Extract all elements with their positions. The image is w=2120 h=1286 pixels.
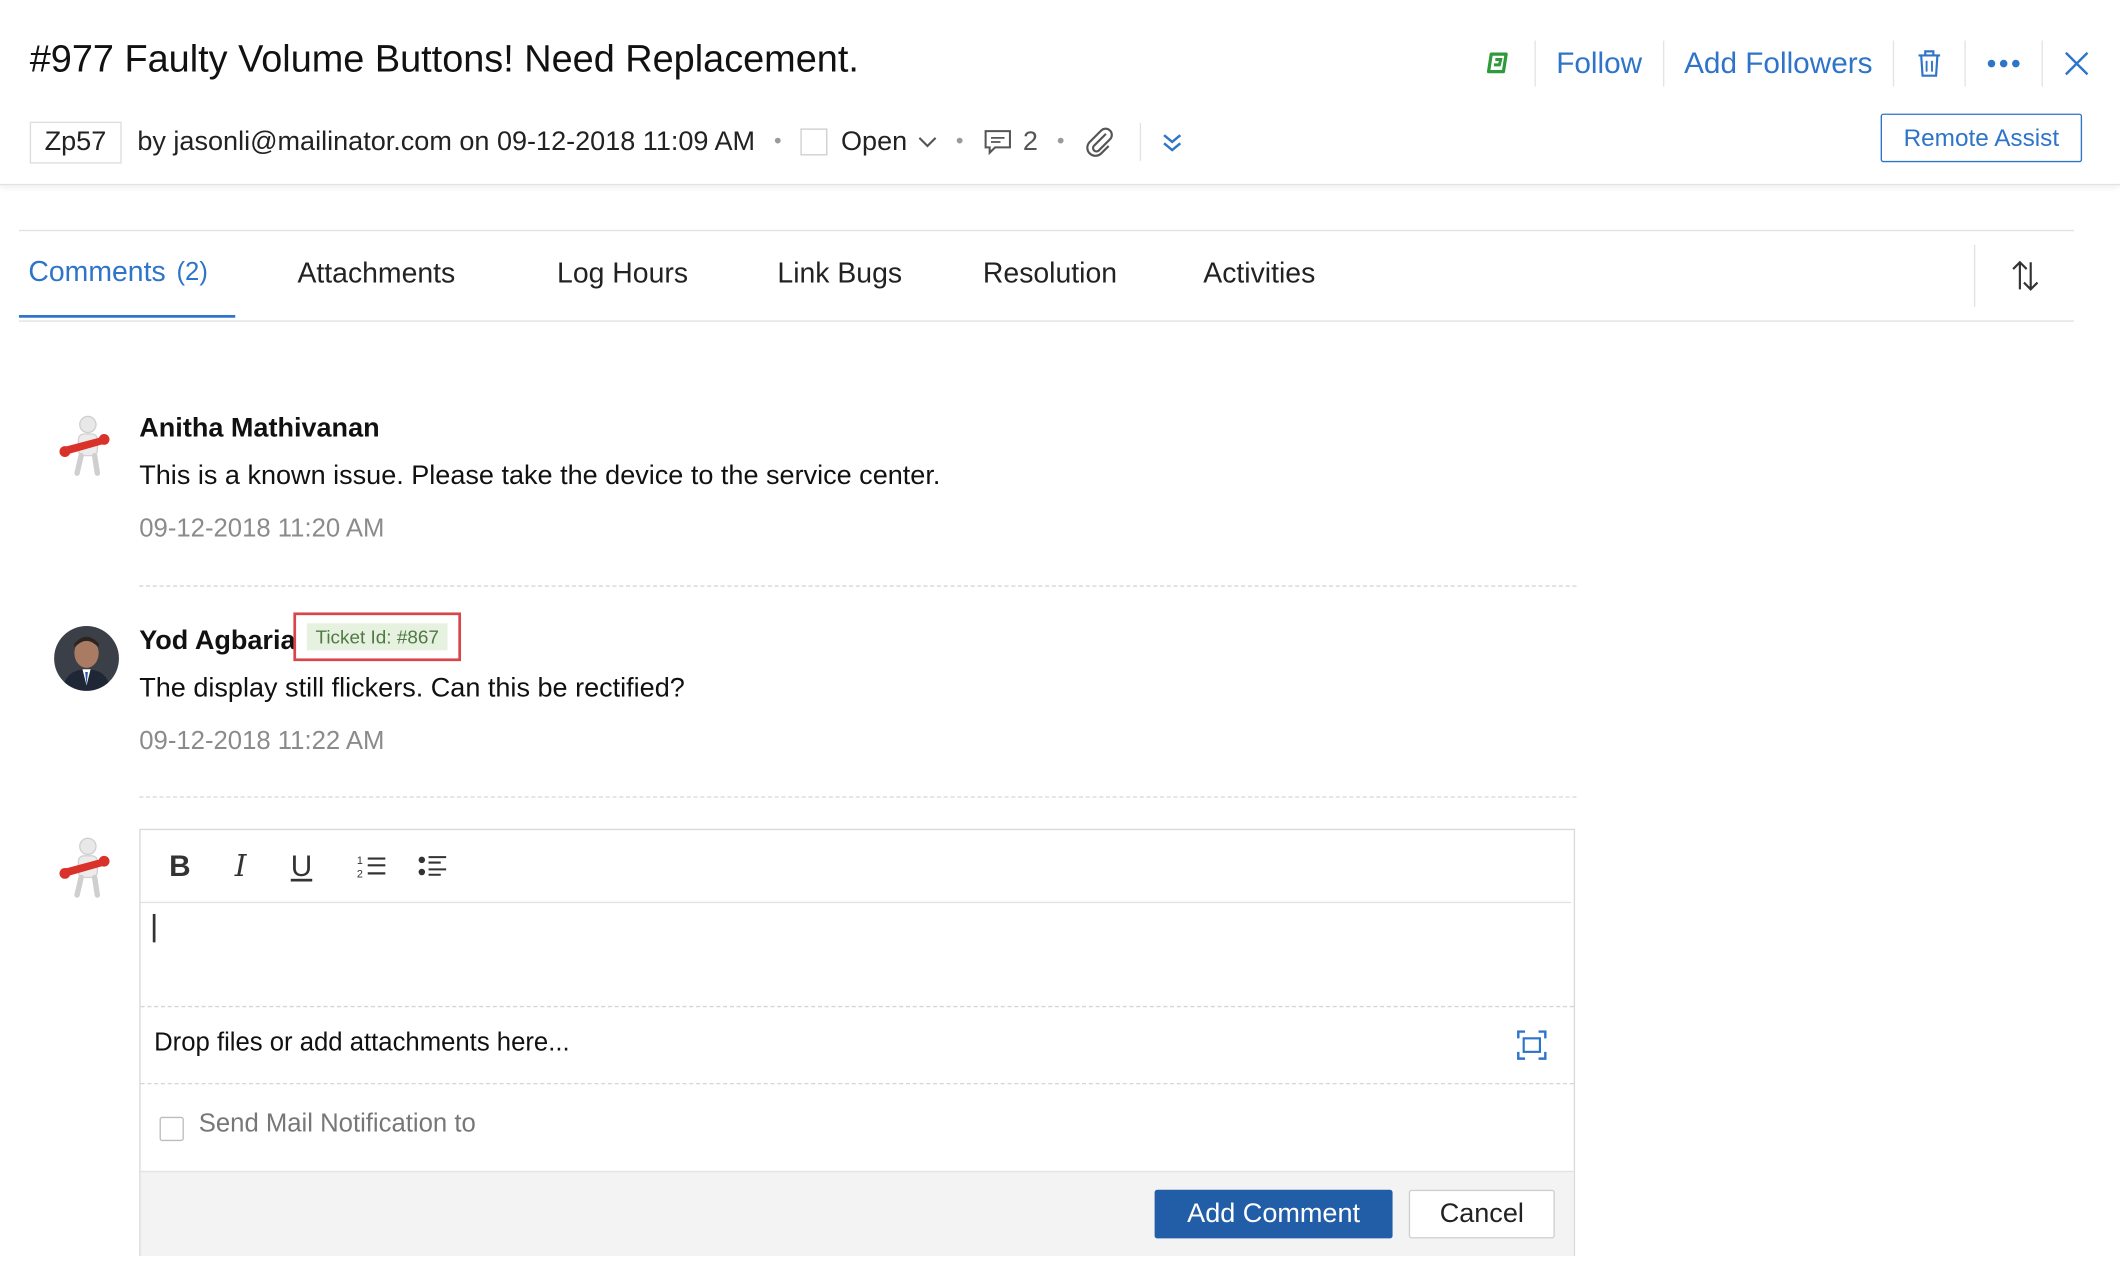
sort-icon bbox=[2010, 258, 2040, 293]
double-chevron-down-icon[interactable] bbox=[1160, 130, 1184, 154]
tab-label: Link Bugs bbox=[777, 258, 903, 290]
ticket-byline: by jasonli@mailinator.com on 09-12-2018 … bbox=[137, 126, 756, 157]
tab-resolution[interactable]: Resolution bbox=[983, 231, 1117, 318]
status-value[interactable]: Open bbox=[841, 126, 907, 157]
tab-attachments[interactable]: Attachments bbox=[297, 231, 455, 318]
tab-label: Resolution bbox=[982, 258, 1118, 290]
tab-count: (2) bbox=[176, 258, 208, 287]
separator-dot: • bbox=[955, 129, 964, 153]
tab-label: Activities bbox=[1203, 258, 1316, 290]
sort-button[interactable] bbox=[1973, 244, 2074, 307]
ticket-id-badge[interactable]: Ticket Id: #867 bbox=[307, 623, 448, 651]
agent-avatar-icon bbox=[54, 836, 119, 901]
divider bbox=[1892, 40, 1895, 87]
more-icon[interactable] bbox=[1986, 58, 2021, 69]
chevron-down-icon[interactable] bbox=[918, 135, 937, 149]
status-checkbox[interactable] bbox=[800, 128, 828, 156]
ticket-meta: Zp57 by jasonli@mailinator.com on 09-12-… bbox=[29, 119, 1185, 165]
ticket-title: #977 Faulty Volume Buttons! Need Replace… bbox=[29, 37, 859, 80]
tab-log-hours[interactable]: Log Hours bbox=[557, 231, 688, 318]
avatar bbox=[54, 625, 119, 691]
remote-assist-button[interactable]: Remote Assist bbox=[1880, 113, 2083, 163]
tab-label: Log Hours bbox=[557, 258, 689, 290]
mail-notification-row: Send Mail Notification to bbox=[141, 1083, 1574, 1170]
comment-text: The display still flickers. Can this be … bbox=[139, 673, 685, 704]
comment-editor: B I U 1 2 Drop files or add attachments … bbox=[139, 828, 1576, 1257]
ticket-header: #977 Faulty Volume Buttons! Need Replace… bbox=[0, 0, 2120, 186]
editor-footer: Add Comment Cancel bbox=[140, 1170, 1574, 1257]
editor-toolbar: B I U 1 2 bbox=[140, 830, 1572, 904]
separator-dot: • bbox=[1056, 129, 1065, 153]
add-comment-button[interactable]: Add Comment bbox=[1154, 1189, 1393, 1239]
divider bbox=[2041, 40, 2043, 87]
ticket-detail-page: #977 Faulty Volume Buttons! Need Replace… bbox=[0, 0, 2120, 1286]
bold-icon[interactable]: B bbox=[162, 849, 197, 884]
tab-label: Attachments bbox=[297, 258, 456, 290]
attachment-icon[interactable] bbox=[1083, 126, 1115, 158]
tab-link-bugs[interactable]: Link Bugs bbox=[777, 231, 902, 318]
numbered-list-icon[interactable]: 1 2 bbox=[354, 849, 389, 884]
text-caret bbox=[152, 913, 156, 943]
close-icon[interactable] bbox=[2063, 50, 2090, 77]
divider bbox=[1534, 40, 1536, 87]
divider bbox=[1140, 123, 1142, 161]
comment-item: Anitha Mathivanan This is a known issue.… bbox=[54, 413, 1577, 587]
svg-text:2: 2 bbox=[357, 868, 363, 880]
divider bbox=[1964, 40, 1966, 87]
agent-avatar-icon bbox=[54, 414, 119, 479]
comment-count: 2 bbox=[1022, 126, 1038, 157]
comment-time: 09-12-2018 11:20 AM bbox=[139, 515, 385, 544]
separator-dot: • bbox=[773, 129, 782, 153]
comment-text: This is a known issue. Please take the d… bbox=[139, 461, 941, 491]
ticket-brand-icon[interactable] bbox=[1482, 47, 1514, 79]
comment-divider bbox=[139, 796, 1577, 798]
svg-text:1: 1 bbox=[357, 855, 363, 867]
tab-activities[interactable]: Activities bbox=[1203, 231, 1315, 318]
underline-icon[interactable]: U bbox=[284, 849, 319, 884]
tab-comments[interactable]: Comments (2) bbox=[18, 231, 236, 318]
send-mail-checkbox[interactable] bbox=[159, 1116, 184, 1142]
attachment-dropzone[interactable]: Drop files or add attachments here... bbox=[140, 1005, 1574, 1085]
header-actions: Follow Add Followers bbox=[1482, 40, 2090, 87]
add-followers-button[interactable]: Add Followers bbox=[1684, 46, 1872, 81]
comment-icon[interactable] bbox=[982, 127, 1012, 157]
send-mail-label: Send Mail Notification to bbox=[198, 1109, 476, 1139]
follow-button[interactable]: Follow bbox=[1556, 46, 1642, 81]
tab-label: Comments bbox=[28, 256, 166, 288]
trash-icon[interactable] bbox=[1914, 47, 1944, 79]
ticket-tag[interactable]: Zp57 bbox=[29, 121, 122, 163]
ticket-id-highlight: Ticket Id: #867 bbox=[293, 612, 462, 662]
cancel-button[interactable]: Cancel bbox=[1408, 1189, 1555, 1239]
dropzone-text: Drop files or add attachments here... bbox=[154, 1028, 570, 1058]
divider bbox=[1662, 40, 1664, 87]
comment-divider bbox=[139, 585, 1577, 587]
comment-author: Anitha Mathivanan bbox=[139, 413, 380, 444]
bullet-list-icon[interactable] bbox=[415, 849, 450, 884]
comment-time: 09-12-2018 11:22 AM bbox=[139, 727, 385, 756]
italic-icon[interactable]: I bbox=[223, 849, 258, 884]
comment-author: Yod Agbaria bbox=[139, 625, 296, 656]
comment-textarea[interactable] bbox=[141, 903, 1574, 1006]
expand-icon[interactable] bbox=[1517, 1030, 1547, 1067]
tab-bar: Comments (2) Attachments Log Hours Link … bbox=[18, 229, 2074, 322]
comment-item: Yod Agbaria Ticket Id: #867 The display … bbox=[54, 612, 1577, 799]
